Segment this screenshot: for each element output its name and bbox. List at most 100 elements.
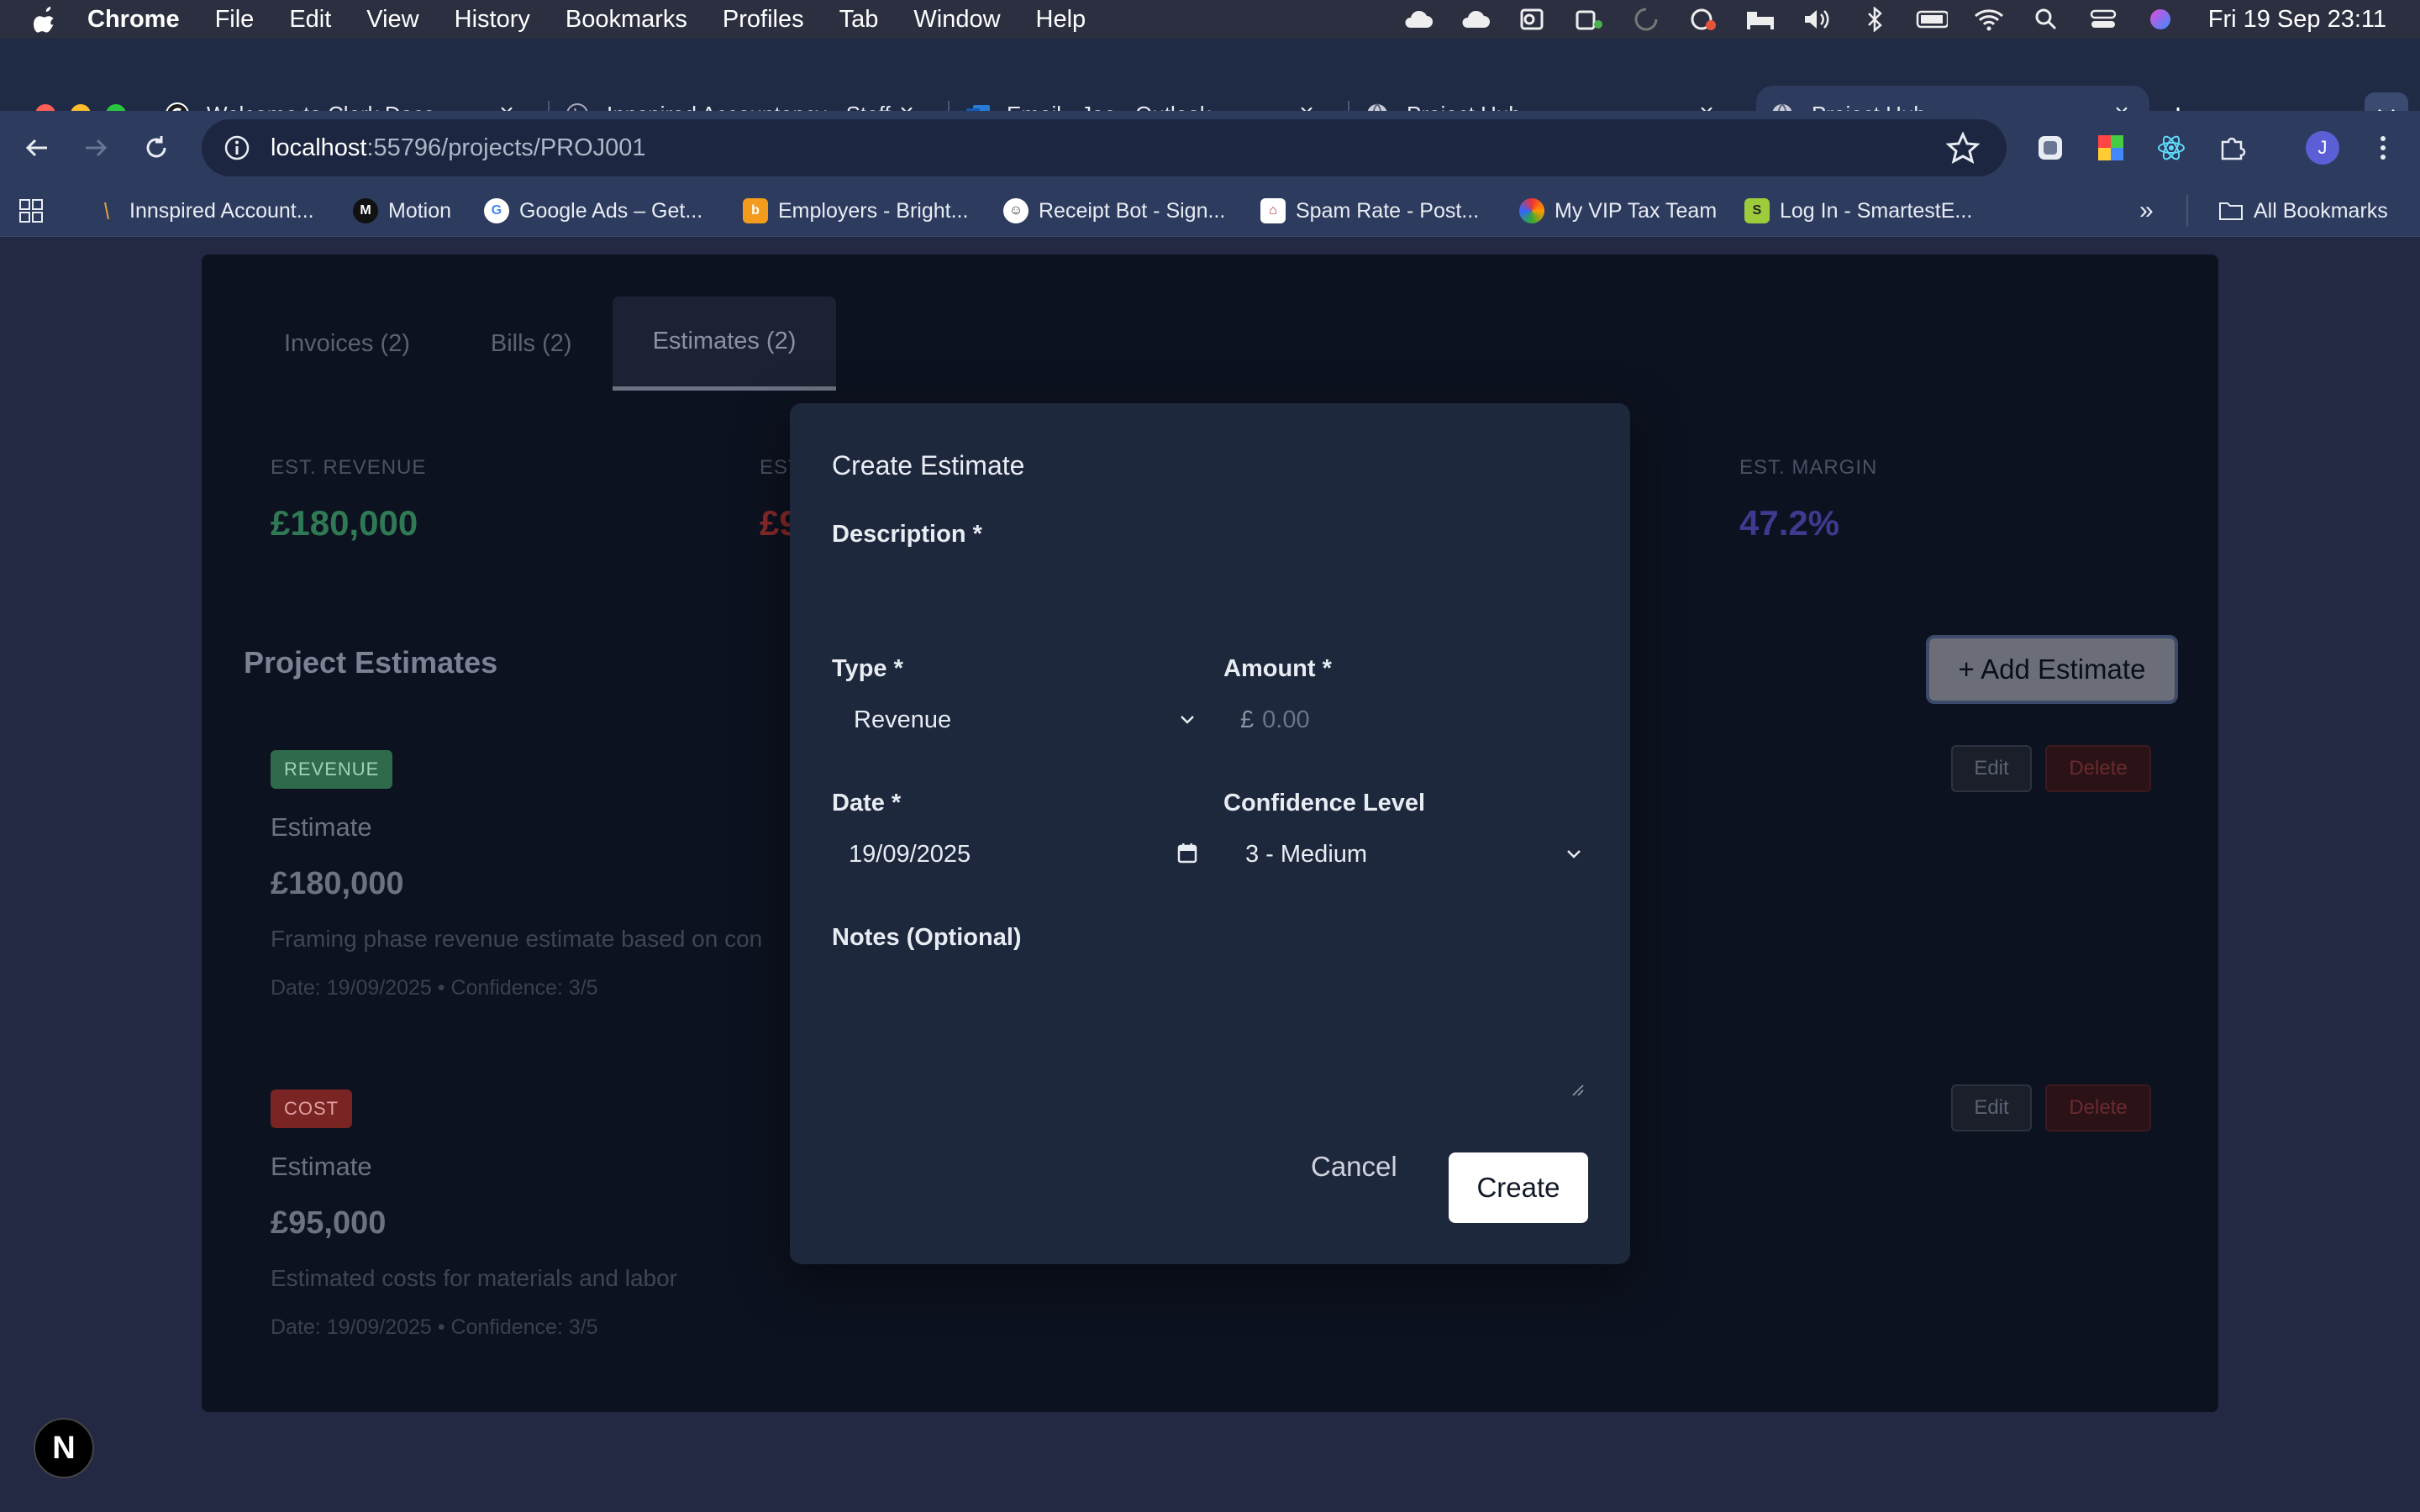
menu-edit[interactable]: Edit: [289, 6, 331, 34]
apple-icon[interactable]: [34, 6, 57, 33]
all-bookmarks-folder[interactable]: All Bookmarks: [2218, 195, 2388, 227]
bookmark-label: My VIP Tax Team: [1555, 198, 1718, 223]
battery-icon[interactable]: [1916, 8, 1948, 31]
cancel-button[interactable]: Cancel: [1311, 1151, 1397, 1183]
bluetooth-icon[interactable]: [1859, 7, 1891, 32]
bookmark-item[interactable]: b Employers - Bright...: [743, 195, 968, 227]
stat-label: EST. MARGIN: [1739, 456, 1878, 479]
stat-label: EST. REVENUE: [271, 456, 427, 479]
extension-icon[interactable]: [2032, 129, 2069, 166]
postmaster-icon: ⌂: [1260, 198, 1286, 223]
menu-file[interactable]: File: [215, 6, 255, 34]
menu-window[interactable]: Window: [913, 6, 1000, 34]
currency-symbol: £: [1240, 706, 1255, 733]
bookmark-label: Motion: [388, 198, 452, 223]
outlook-status-icon[interactable]: [1516, 8, 1548, 31]
siri-icon[interactable]: [2144, 8, 2176, 31]
bookmark-label: Google Ads – Get...: [519, 198, 703, 223]
estimate-meta: Date: 19/09/2025 • Confidence: 3/5: [271, 1315, 598, 1339]
menu-tab[interactable]: Tab: [839, 6, 879, 34]
url-text[interactable]: localhost:55796/projects/PROJ001: [271, 134, 646, 162]
menubar-clock[interactable]: Fri 19 Sep 23:11: [2208, 6, 2386, 34]
bookmark-item[interactable]: ⌂ Spam Rate - Post...: [1260, 195, 1479, 227]
date-value: 19/09/2025: [849, 840, 971, 868]
back-arrow-icon[interactable]: [18, 129, 55, 166]
bookmark-label: All Bookmarks: [2254, 198, 2388, 223]
add-estimate-button[interactable]: + Add Estimate: [1926, 635, 2178, 704]
volume-icon[interactable]: [1802, 8, 1833, 31]
status-icons: Fri 19 Sep 23:11: [1402, 0, 2386, 39]
menu-view[interactable]: View: [366, 6, 418, 34]
delete-button[interactable]: Delete: [2045, 745, 2151, 792]
react-devtools-icon[interactable]: [2153, 129, 2190, 166]
date-label: Date *: [832, 790, 902, 816]
estimate-name: Estimate: [271, 1152, 372, 1181]
forward-arrow-icon[interactable]: [77, 129, 114, 166]
tab-invoices[interactable]: Invoices (2): [244, 297, 450, 391]
edit-button[interactable]: Edit: [1951, 745, 2032, 792]
bed-icon[interactable]: [1744, 8, 1776, 31]
stat-value: £180,000: [271, 503, 418, 543]
date-input[interactable]: 19/09/2025: [832, 825, 1198, 884]
create-button[interactable]: Create: [1449, 1152, 1588, 1223]
google-icon: G: [484, 198, 509, 223]
url-path: :55796/projects/PROJ001: [366, 134, 646, 161]
bookmark-label: Log In - SmartestE...: [1780, 198, 1973, 223]
reload-icon[interactable]: [138, 129, 175, 166]
cloud-icon[interactable]: [1402, 8, 1434, 31]
type-select[interactable]: Revenue: [832, 690, 1198, 749]
notes-label: Notes (Optional): [832, 924, 1022, 951]
bookmark-item[interactable]: G Google Ads – Get...: [484, 195, 702, 227]
address-bar[interactable]: localhost:55796/projects/PROJ001: [202, 119, 2007, 176]
menu-bookmarks[interactable]: Bookmarks: [566, 6, 687, 34]
site-info-icon[interactable]: [218, 129, 255, 166]
more-menu-icon[interactable]: [2365, 129, 2402, 166]
confidence-label: Confidence Level: [1223, 790, 1426, 816]
spotlight-search-icon[interactable]: [2030, 8, 2062, 31]
extensions-puzzle-icon[interactable]: [2213, 129, 2250, 166]
section-title: Project Estimates: [244, 645, 498, 680]
creative-cloud-icon[interactable]: [1687, 8, 1719, 31]
nextjs-dev-badge[interactable]: N: [34, 1418, 94, 1478]
motion-icon: M: [353, 198, 378, 223]
bookmark-item[interactable]: S Log In - SmartestE...: [1744, 195, 1972, 227]
menu-help[interactable]: Help: [1036, 6, 1086, 34]
bookmarks-divider: [2186, 195, 2188, 227]
amount-placeholder: 0.00: [1262, 706, 1310, 733]
confidence-select[interactable]: 3 - Medium: [1223, 825, 1588, 884]
amount-label: Amount *: [1223, 655, 1332, 682]
macos-menubar: Chrome File Edit View History Bookmarks …: [0, 0, 2420, 39]
resize-handle-icon[interactable]: [1570, 1082, 1585, 1097]
color-picker-extension-icon[interactable]: [2092, 129, 2129, 166]
apps-grid-icon[interactable]: [18, 195, 44, 227]
bookmark-item[interactable]: M Motion: [353, 195, 451, 227]
description-input[interactable]: [832, 554, 1588, 613]
profile-avatar[interactable]: J: [2306, 131, 2339, 165]
stat-value: 47.2%: [1739, 503, 1840, 543]
edit-button[interactable]: Edit: [1951, 1084, 2032, 1131]
confidence-selected-value: 3 - Medium: [1245, 840, 1368, 868]
tab-bills[interactable]: Bills (2): [450, 297, 613, 391]
focus-icon[interactable]: [1630, 8, 1662, 31]
amount-input[interactable]: £ 0.00: [1223, 690, 1588, 749]
delete-button[interactable]: Delete: [2045, 1084, 2151, 1131]
estimate-item: REVENUE Estimate £180,000 Framing phase …: [271, 750, 762, 1000]
bookmark-item[interactable]: ☺ Receipt Bot - Sign...: [1003, 195, 1225, 227]
calendar-icon[interactable]: [1176, 842, 1198, 865]
bookmark-item[interactable]: Innspired Account...: [94, 195, 314, 227]
bookmark-star-icon[interactable]: [1946, 131, 1980, 165]
menu-history[interactable]: History: [455, 6, 530, 34]
bookmark-item[interactable]: My VIP Tax Team: [1519, 195, 1717, 227]
wifi-icon[interactable]: [1973, 8, 2005, 31]
menu-app-name[interactable]: Chrome: [87, 6, 180, 34]
teams-status-icon[interactable]: [1573, 8, 1605, 31]
brighthr-icon: b: [743, 198, 768, 223]
more-bookmarks-chevron-icon[interactable]: »: [2139, 195, 2154, 227]
notes-textarea[interactable]: [832, 961, 1588, 1104]
cloud-icon[interactable]: [1459, 8, 1491, 31]
tab-estimates[interactable]: Estimates (2): [612, 297, 837, 391]
control-center-icon[interactable]: [2087, 8, 2119, 31]
stat-est-revenue: EST. REVENUE £180,000: [271, 456, 426, 543]
estimate-amount: £180,000: [271, 866, 404, 901]
menu-profiles[interactable]: Profiles: [723, 6, 804, 34]
